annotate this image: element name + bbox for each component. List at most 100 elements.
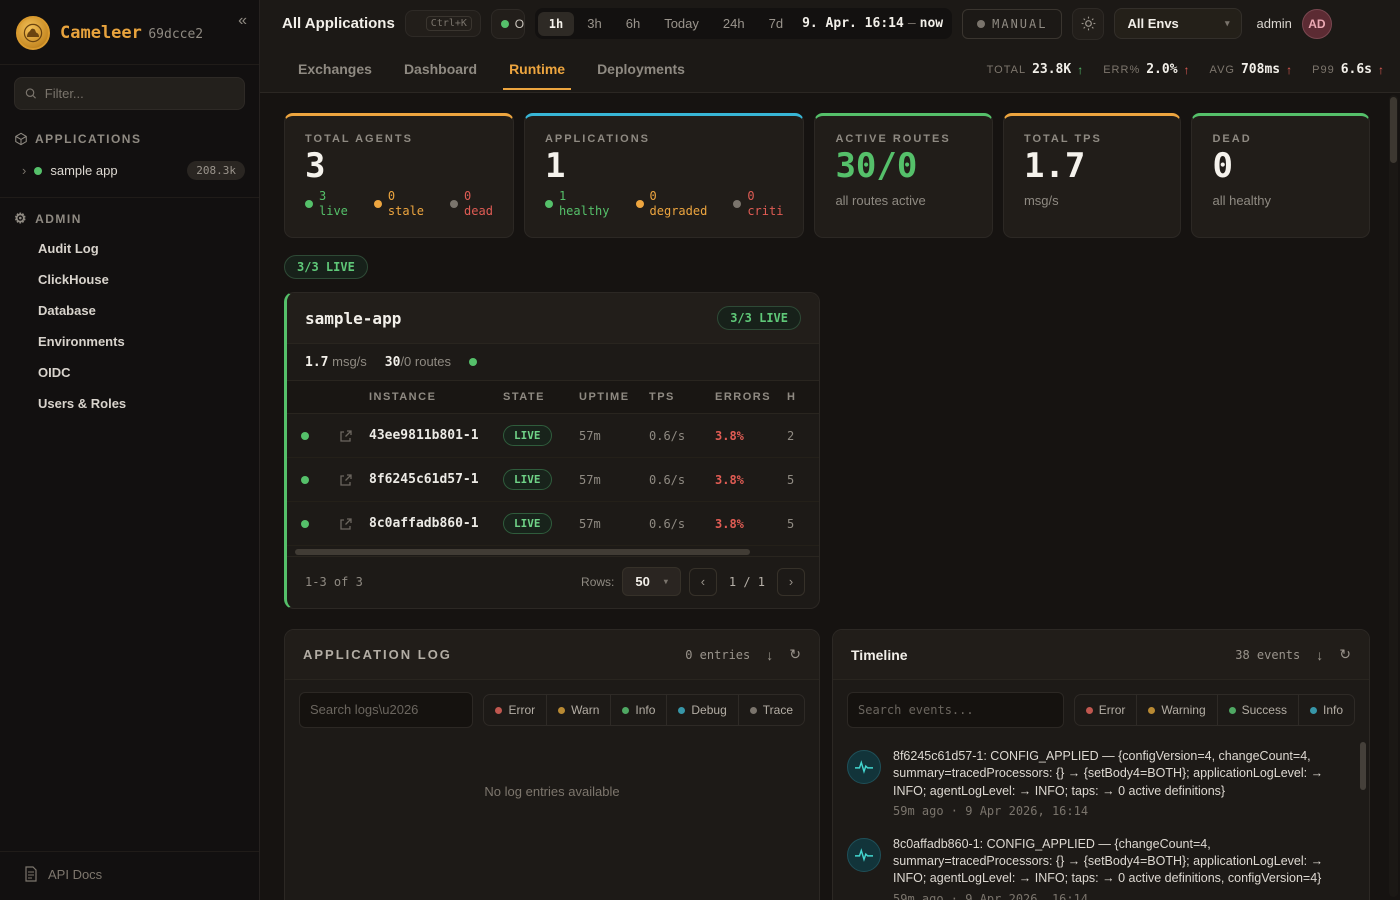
next-page-button[interactable]: › xyxy=(777,568,805,596)
expand-chevron-icon[interactable]: › xyxy=(22,163,26,178)
col-uptime[interactable]: UPTIME xyxy=(579,391,649,403)
sample-app-header[interactable]: sample-app 3/3 LIVE xyxy=(287,293,819,343)
substat-live: 3live xyxy=(305,189,348,219)
uptime-value: 57m xyxy=(579,429,649,443)
api-docs-link[interactable]: API Docs xyxy=(0,851,259,900)
tab-exchanges[interactable]: Exchanges xyxy=(282,49,388,90)
sidebar-item-clickhouse[interactable]: ClickHouse xyxy=(0,264,259,295)
col-instance[interactable]: INSTANCE xyxy=(369,391,503,403)
log-search-input[interactable] xyxy=(310,702,462,717)
sidebar-collapse-icon[interactable]: « xyxy=(238,12,247,30)
timeline-scrollbar[interactable] xyxy=(1360,742,1366,900)
time-range-3h[interactable]: 3h xyxy=(576,11,612,36)
theme-toggle-button[interactable] xyxy=(1072,8,1104,40)
card-subtitle: all routes active xyxy=(835,193,972,208)
refresh-icon[interactable]: ↻ xyxy=(789,646,801,663)
col-h[interactable]: H xyxy=(787,391,820,403)
filter-info[interactable]: Info xyxy=(1298,695,1354,725)
download-icon[interactable]: ↓ xyxy=(766,647,773,663)
global-search-box[interactable]: S… Ctrl+K xyxy=(405,10,481,37)
prev-page-button[interactable]: ‹ xyxy=(689,568,717,596)
external-link-icon[interactable] xyxy=(339,429,353,443)
card-value: 3 xyxy=(305,148,493,185)
online-status-button[interactable]: O xyxy=(491,9,525,39)
scrollbar-thumb[interactable] xyxy=(295,549,750,555)
filter-success[interactable]: Success xyxy=(1217,695,1298,725)
sidebar-filter-box[interactable] xyxy=(14,77,245,110)
event-text: 8c0affadb860-1: CONFIG_APPLIED — {change… xyxy=(893,836,1351,888)
h-value: 2 xyxy=(787,429,820,443)
external-link-icon[interactable] xyxy=(339,517,353,531)
sidebar-filter-input[interactable] xyxy=(45,86,234,101)
download-icon[interactable]: ↓ xyxy=(1316,647,1323,663)
col-tps[interactable]: TPS xyxy=(649,391,715,403)
table-row[interactable]: 43ee9811b801-1 LIVE 57m 0.6/s 3.8% 2 xyxy=(287,414,820,458)
time-range-today[interactable]: Today xyxy=(653,11,710,36)
card-value: 1 xyxy=(545,148,784,185)
filter-trace[interactable]: Trace xyxy=(738,695,804,725)
user-avatar[interactable]: AD xyxy=(1302,9,1332,39)
time-range-1h[interactable]: 1h xyxy=(538,12,574,36)
manual-refresh-button[interactable]: MANUAL xyxy=(962,9,1062,39)
app-rate: 1.7 msg/s xyxy=(305,354,367,370)
sidebar-item-users-roles[interactable]: Users & Roles xyxy=(0,388,259,419)
filter-warning[interactable]: Warning xyxy=(1136,695,1216,725)
horizontal-scrollbar[interactable] xyxy=(295,548,811,556)
tab-dashboard[interactable]: Dashboard xyxy=(388,49,493,90)
scrollbar-thumb[interactable] xyxy=(1390,97,1397,163)
chevron-down-icon: ▾ xyxy=(1225,18,1230,29)
error-dot xyxy=(1086,707,1093,714)
environment-select[interactable]: All Envs ▾ xyxy=(1114,8,1242,39)
instance-status-dot xyxy=(301,476,309,484)
timeline-panel-title: Timeline xyxy=(851,647,908,663)
timeline-event[interactable]: 8f6245c61d57-1: CONFIG_APPLIED — {config… xyxy=(847,748,1351,818)
row-range-label: 1-3 of 3 xyxy=(305,575,363,589)
manual-status-dot xyxy=(977,20,985,28)
sidebar-item-oidc[interactable]: OIDC xyxy=(0,357,259,388)
col-errors[interactable]: ERRORS xyxy=(715,391,787,403)
logo-version: 69dcce2 xyxy=(148,27,203,42)
filter-error[interactable]: Error xyxy=(1075,695,1137,725)
log-search-box[interactable] xyxy=(299,692,473,728)
online-status-dot xyxy=(501,20,509,28)
table-row[interactable]: 8c0affadb860-1 LIVE 57m 0.6/s 3.8% 5 xyxy=(287,502,820,546)
time-range-24h[interactable]: 24h xyxy=(712,11,756,36)
tabs-bar: Exchanges Dashboard Runtime Deployments … xyxy=(260,47,1400,93)
info-dot xyxy=(1310,707,1317,714)
state-badge: LIVE xyxy=(503,513,552,534)
timeline-event[interactable]: 8c0affadb860-1: CONFIG_APPLIED — {change… xyxy=(847,836,1351,900)
sidebar-item-sample-app[interactable]: › sample app 208.3k xyxy=(0,152,259,189)
log-panel-title: APPLICATION LOG xyxy=(303,647,452,662)
tab-runtime[interactable]: Runtime xyxy=(493,49,581,90)
errors-value: 3.8% xyxy=(715,517,787,531)
sidebar-item-database[interactable]: Database xyxy=(0,295,259,326)
filter-debug[interactable]: Debug xyxy=(666,695,737,725)
sidebar-item-audit-log[interactable]: Audit Log xyxy=(0,233,259,264)
date-from: 9. Apr. 16:14 xyxy=(802,16,904,31)
filter-error[interactable]: Error xyxy=(484,695,546,725)
time-range-6h[interactable]: 6h xyxy=(615,11,651,36)
tab-deployments[interactable]: Deployments xyxy=(581,49,701,90)
refresh-icon[interactable]: ↻ xyxy=(1339,646,1351,663)
timeline-search-input[interactable] xyxy=(858,703,1053,717)
package-icon xyxy=(14,132,28,146)
instance-id: 8f6245c61d57-1 xyxy=(369,472,503,487)
filter-warn[interactable]: Warn xyxy=(546,695,610,725)
external-link-icon[interactable] xyxy=(339,473,353,487)
gear-icon: ⚙ xyxy=(14,210,28,227)
scrollbar-thumb[interactable] xyxy=(1360,742,1366,790)
status-dot xyxy=(545,200,553,208)
timeline-search-box[interactable] xyxy=(847,692,1064,728)
filter-info[interactable]: Info xyxy=(610,695,666,725)
sidebar-item-environments[interactable]: Environments xyxy=(0,326,259,357)
rows-per-page-select[interactable]: 50▾ xyxy=(622,567,680,596)
instance-status-dot xyxy=(301,432,309,440)
table-row[interactable]: 8f6245c61d57-1 LIVE 57m 0.6/s 3.8% 5 xyxy=(287,458,820,502)
time-range-7d[interactable]: 7d xyxy=(758,11,794,36)
state-badge: LIVE xyxy=(503,469,552,490)
col-state[interactable]: STATE xyxy=(503,391,579,403)
page-scrollbar[interactable] xyxy=(1389,95,1398,897)
time-range-display[interactable]: 9. Apr. 16:14–now xyxy=(796,16,949,31)
status-dot xyxy=(733,200,741,208)
date-to: now xyxy=(920,16,943,31)
